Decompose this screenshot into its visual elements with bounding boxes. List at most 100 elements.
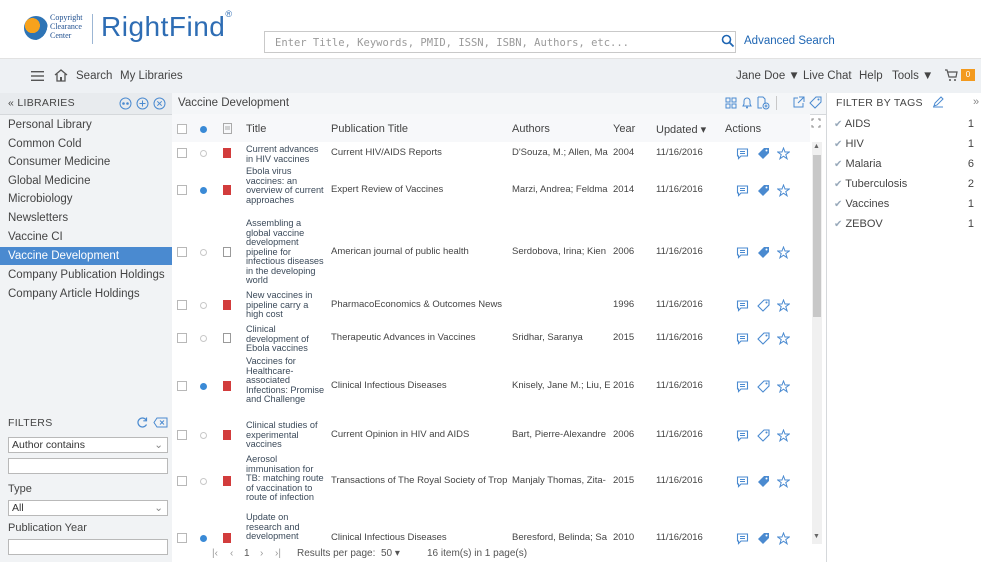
results-per-page-select[interactable]: 50 ▾: [381, 548, 400, 559]
select-all-checkbox[interactable]: [177, 124, 187, 134]
row-title-link[interactable]: Aerosol immunisation for TB: matching ro…: [246, 454, 326, 503]
row-checkbox[interactable]: [177, 533, 187, 543]
remove-library-icon[interactable]: [153, 97, 166, 110]
comment-icon[interactable]: [736, 299, 749, 312]
user-menu[interactable]: Jane Doe ▼: [736, 70, 800, 82]
row-title-link[interactable]: Clinical development of Ebola vaccines: [246, 324, 326, 354]
pdf-file-icon[interactable]: [223, 185, 231, 195]
star-icon[interactable]: [777, 475, 790, 488]
pdf-file-icon[interactable]: [223, 430, 231, 440]
add-document-icon[interactable]: [756, 96, 770, 110]
cart-icon[interactable]: [944, 68, 958, 82]
collapse-right-panel-icon[interactable]: »: [973, 96, 979, 108]
tag-filter-zebov[interactable]: ✔ ZEBOV 1: [834, 218, 974, 230]
comment-icon[interactable]: [736, 332, 749, 345]
current-page[interactable]: 1: [244, 548, 250, 559]
library-item-newsletters[interactable]: Newsletters: [0, 209, 172, 227]
tag-filter-malaria[interactable]: ✔ Malaria 6: [834, 158, 974, 170]
comment-icon[interactable]: [736, 380, 749, 393]
column-title[interactable]: Title: [246, 123, 266, 135]
tag-filter-hiv[interactable]: ✔ HIV 1: [834, 138, 974, 150]
comment-icon[interactable]: [736, 532, 749, 545]
document-file-icon[interactable]: [223, 247, 231, 257]
row-checkbox[interactable]: [177, 430, 187, 440]
tools-menu[interactable]: Tools ▼: [892, 70, 933, 82]
comment-icon[interactable]: [736, 184, 749, 197]
scroll-up-icon[interactable]: ▲: [813, 143, 820, 150]
export-icon[interactable]: [792, 96, 805, 109]
search-icon[interactable]: [721, 34, 735, 48]
star-icon[interactable]: [777, 246, 790, 259]
tag-outline-icon[interactable]: [757, 299, 770, 312]
tag-filled-icon[interactable]: [757, 147, 770, 160]
comment-icon[interactable]: [736, 147, 749, 160]
scroll-down-icon[interactable]: ▼: [813, 533, 820, 540]
tag-icon[interactable]: [809, 96, 822, 109]
tag-filled-icon[interactable]: [757, 246, 770, 259]
row-title-link[interactable]: Update on research and development: [246, 512, 326, 542]
star-icon[interactable]: [777, 299, 790, 312]
tag-outline-icon[interactable]: [757, 332, 770, 345]
comment-icon[interactable]: [736, 429, 749, 442]
advanced-search-link[interactable]: Advanced Search: [744, 35, 835, 47]
row-title-link[interactable]: Assembling a global vaccine development …: [246, 218, 326, 286]
library-item-global-medicine[interactable]: Global Medicine: [0, 172, 172, 190]
row-checkbox[interactable]: [177, 300, 187, 310]
comment-icon[interactable]: [736, 475, 749, 488]
row-title-link[interactable]: Current advances in HIV vaccines: [246, 144, 326, 164]
clear-filters-icon[interactable]: [153, 416, 168, 429]
row-checkbox[interactable]: [177, 381, 187, 391]
row-title-link[interactable]: Clinical studies of experimental vaccine…: [246, 420, 326, 450]
star-icon[interactable]: [777, 147, 790, 160]
pdf-file-icon[interactable]: [223, 300, 231, 310]
tag-filled-icon[interactable]: [757, 475, 770, 488]
edit-tags-icon[interactable]: [932, 96, 944, 108]
star-icon[interactable]: [777, 184, 790, 197]
year-filter-input[interactable]: [8, 539, 168, 555]
libraries-collapse-title[interactable]: « LIBRARIES: [8, 97, 75, 109]
row-checkbox[interactable]: [177, 185, 187, 195]
author-filter-select[interactable]: Author contains ⌄: [8, 437, 168, 453]
star-icon[interactable]: [777, 532, 790, 545]
library-item-vaccine-ci[interactable]: Vaccine CI: [0, 228, 172, 246]
comment-icon[interactable]: [736, 246, 749, 259]
menu-icon[interactable]: [30, 70, 46, 82]
last-page-button[interactable]: ›|: [275, 548, 281, 559]
tag-filled-icon[interactable]: [757, 184, 770, 197]
bell-icon[interactable]: [741, 96, 753, 109]
library-item-company-article-holdings[interactable]: Company Article Holdings: [0, 285, 172, 303]
help-link[interactable]: Help: [859, 70, 883, 82]
tag-filter-aids[interactable]: ✔ AIDS 1: [834, 118, 974, 130]
home-icon[interactable]: [53, 68, 69, 83]
row-checkbox[interactable]: [177, 476, 187, 486]
library-item-common-cold[interactable]: Common Cold: [0, 135, 172, 153]
tag-filled-icon[interactable]: [757, 532, 770, 545]
library-item-consumer-medicine[interactable]: Consumer Medicine: [0, 153, 172, 171]
library-item-company-publication-holdings[interactable]: Company Publication Holdings: [0, 266, 172, 284]
tag-outline-icon[interactable]: [757, 429, 770, 442]
refresh-filters-icon[interactable]: [136, 416, 149, 429]
nav-search-link[interactable]: Search: [76, 70, 112, 82]
add-library-icon[interactable]: [136, 97, 149, 110]
expand-columns-icon[interactable]: [811, 118, 821, 128]
grid-view-icon[interactable]: [725, 97, 737, 109]
pdf-file-icon[interactable]: [223, 381, 231, 391]
search-input[interactable]: [273, 34, 717, 52]
pdf-file-icon[interactable]: [223, 533, 231, 543]
star-icon[interactable]: [777, 429, 790, 442]
row-title-link[interactable]: Ebola virus vaccines: an overview of cur…: [246, 166, 326, 205]
share-library-icon[interactable]: [119, 97, 132, 110]
column-year[interactable]: Year: [613, 123, 635, 135]
table-scrollbar-thumb[interactable]: [813, 155, 821, 317]
author-filter-input[interactable]: [8, 458, 168, 474]
star-icon[interactable]: [777, 380, 790, 393]
tag-filter-tuberculosis[interactable]: ✔ Tuberculosis 2: [834, 178, 974, 190]
search-box[interactable]: [264, 31, 736, 53]
first-page-button[interactable]: |‹: [212, 548, 218, 559]
prev-page-button[interactable]: ‹: [230, 548, 233, 559]
pdf-file-icon[interactable]: [223, 148, 231, 158]
row-title-link[interactable]: New vaccines in pipeline carry a high co…: [246, 290, 326, 320]
tag-outline-icon[interactable]: [757, 380, 770, 393]
library-item-personal-library[interactable]: Personal Library: [0, 116, 172, 134]
next-page-button[interactable]: ›: [260, 548, 263, 559]
